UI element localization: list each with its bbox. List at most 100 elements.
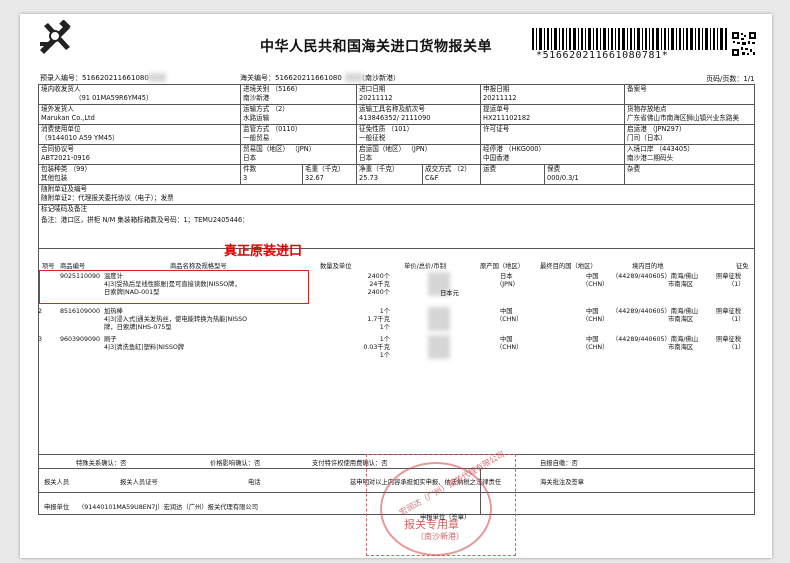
phone-label: 电话 <box>248 479 261 486</box>
cell-entry-customs: 进境关别 （5166） 南沙新港 <box>239 84 358 105</box>
cell-transit-port: 经停港 （HKG000） 中国香港 <box>480 144 626 165</box>
price-impact-confirm: 价格影响确认：否 <box>210 460 261 467</box>
barcode-number: *516620211661080781* <box>536 50 669 61</box>
goods-2-destination: 中国 <box>586 308 599 315</box>
goods-2-domestic: （44289/440605）南海/佛山 <box>612 308 699 315</box>
pre-entry-label: 预录入编号： <box>40 74 82 82</box>
cell-levy-nature: 征免性质 （101） 一般征税 <box>356 124 482 145</box>
cell-gross-weight: 毛重（千克） 32.67 <box>301 164 358 185</box>
goods-3-destination-code: （CHN） <box>582 344 609 351</box>
redaction-blur <box>428 335 450 359</box>
goods-1-domestic: （44289/440605）南海/佛山 <box>612 273 699 280</box>
cell-storage-location: 货物存放地点 广东省佛山市南海区狮山镇兴业东路美 <box>624 104 756 125</box>
pre-entry-value: 516620211661080 <box>82 74 149 82</box>
highlight-box <box>39 270 309 304</box>
customs-annotation-label: 海关批注及签章 <box>540 479 585 486</box>
goods-3-domestic: （44289/440605）南海/佛山 <box>612 336 699 343</box>
goods-2-qty-3: 1个 <box>379 324 390 331</box>
cell-marks-remarks: 标记唛码及备注 备注：港口区，拼柜 N/M 集装箱标箱数及号码：1；TEMU24… <box>37 204 756 249</box>
goods-2-levy-code: （1） <box>728 316 745 323</box>
goods-1-qty-1: 2400个 <box>367 273 390 280</box>
cell-insurance: 保费 000/0.3/1 <box>544 164 626 185</box>
goods-3-qty-2: 0.03千克 <box>363 344 390 351</box>
goods-2-name-3: 牌，日索牌|NHS-075型 <box>104 324 172 331</box>
goods-header-domestic: 境内目的地 <box>632 263 664 270</box>
cell-consumer-unit: 消费使用单位 （9144010 A59 YM45） <box>38 124 241 145</box>
goods-header-price: 单价/总价/币制 <box>404 263 447 270</box>
goods-header-origin: 原产国（地区） <box>480 263 525 270</box>
goods-3-levy: 照章征税 <box>716 336 742 343</box>
goods-3-domestic-2: 市南海区 <box>668 344 694 351</box>
cell-supervision-mode: 监管方式 （0110） 一般贸易 <box>239 124 358 145</box>
goods-2-origin: 中国 <box>500 308 513 315</box>
goods-header-destination: 最终目的国（地区） <box>540 263 597 270</box>
cell-freight: 运费 <box>480 164 546 185</box>
cell-vessel-voyage: 运输工具名称及航次号 413846352/ 2111090 <box>356 104 482 125</box>
declaring-unit-label: 申报单位 <box>44 504 70 511</box>
pre-entry-number: 预录入编号：516620211661080 <box>40 74 149 83</box>
goods-3-origin-code: （CHN） <box>496 344 523 351</box>
seal-center-text: 报关专用章 <box>404 518 459 531</box>
customs-number-label: 海关编号： <box>240 74 275 82</box>
goods-2-domestic-2: 市南海区 <box>668 316 694 323</box>
goods-1-levy: 照章征税 <box>716 273 742 280</box>
goods-2-destination-code: （CHN） <box>582 316 609 323</box>
goods-2-no: 2 <box>38 308 43 315</box>
cell-consignee: 境内收发货人 （91 01MA59R6YM45） <box>38 84 241 105</box>
goods-1-origin: 日本 <box>500 273 513 280</box>
goods-1-destination-code: （CHN） <box>582 281 609 288</box>
goods-3-origin: 中国 <box>500 336 513 343</box>
goods-1-domestic-2: 市南海区 <box>668 281 694 288</box>
redaction-blur <box>148 73 166 82</box>
goods-2-levy: 照章征税 <box>716 308 742 315</box>
redaction-blur <box>428 307 450 331</box>
goods-3-qty-3: 1个 <box>379 352 390 359</box>
customs-annotation-cell <box>480 468 756 493</box>
customs-number: 海关编号：516620211661080 （南沙新港） <box>240 74 400 83</box>
goods-2-name-1: 加热棒 <box>104 308 123 315</box>
goods-1-destination: 中国 <box>586 273 599 280</box>
goods-3-destination: 中国 <box>586 336 599 343</box>
declarant-label: 报关人员 <box>44 479 70 486</box>
customs-number-value: 516620211661080 <box>275 74 342 82</box>
goods-3-code: 9603909090 <box>60 336 101 343</box>
cell-license-no: 许可证号 <box>480 124 626 145</box>
goods-3-levy-code: （1） <box>728 344 745 351</box>
goods-1-qty-2: 24千克 <box>369 281 390 288</box>
goods-1-levy-code: （1） <box>728 281 745 288</box>
cell-package-type: 包装种类 （99） 其他包装 <box>38 164 241 185</box>
cell-bill-of-lading: 提运单号 HX211102182 <box>480 104 626 125</box>
cell-entry-port: 入境口岸 （443405） 南沙港二期码头 <box>624 144 756 165</box>
seal-sub-text: （南沙新港） <box>416 532 464 541</box>
goods-2-origin-code: （CHN） <box>496 316 523 323</box>
redaction-blur <box>345 73 363 82</box>
goods-2-qty-1: 1个 <box>379 308 390 315</box>
customs-emblem-icon <box>40 20 71 54</box>
cell-departure-port: 启运港 （JPN297） 门司（日本） <box>624 124 756 145</box>
customs-declaration-sheet: 中华人民共和国海关进口货物报关单 *516620211661080781* 预录… <box>20 14 772 558</box>
goods-1-origin-code: （JPN） <box>496 281 519 288</box>
cell-transport-mode: 运输方式 （2） 水路运输 <box>239 104 358 125</box>
declarant-cert-label: 报关人员证号 <box>120 479 158 486</box>
cell-import-date: 进口日期 20211112 <box>356 84 482 105</box>
goods-header-qty: 数量及单位 <box>320 263 352 270</box>
cell-deal-terms: 成交方式 （2） C&F <box>422 164 482 185</box>
cell-attached-docs: 随附单证及编号 随附单证2：代理报关委托协议（电子）；发票 <box>37 184 756 205</box>
goods-2-code: 8516109000 <box>60 308 101 315</box>
goods-2-qty-2: 1.7千克 <box>367 316 390 323</box>
cell-misc-fees: 杂费 <box>624 164 756 185</box>
goods-2-name-2: 4|3|浸入式|通关发热丝，使电能转换为热能|NISSO <box>104 316 248 323</box>
goods-header-levy: 征免 <box>736 263 749 270</box>
goods-3-no: 3 <box>38 336 43 343</box>
overlay-caption: 真正原装进口 <box>224 244 303 259</box>
port-name: （南沙新港） <box>358 74 401 82</box>
goods-3-qty-1: 1个 <box>379 336 390 343</box>
barcode <box>532 28 727 50</box>
cell-declare-date: 申报日期 20211112 <box>480 84 626 105</box>
special-relation-confirm: 特殊关系确认：否 <box>76 460 127 467</box>
cell-net-weight: 净重（千克） 25.73 <box>356 164 424 185</box>
goods-1-currency: 日本元 <box>440 290 459 297</box>
cell-overseas-shipper: 境外发货人 Marukan Co.,Ltd <box>38 104 241 125</box>
cell-trade-country: 贸易国（地区） （JPN） 日本 <box>239 144 358 165</box>
goods-3-name-2: 4|3|清洗鱼缸|塑料|NISSO牌 <box>104 344 185 351</box>
